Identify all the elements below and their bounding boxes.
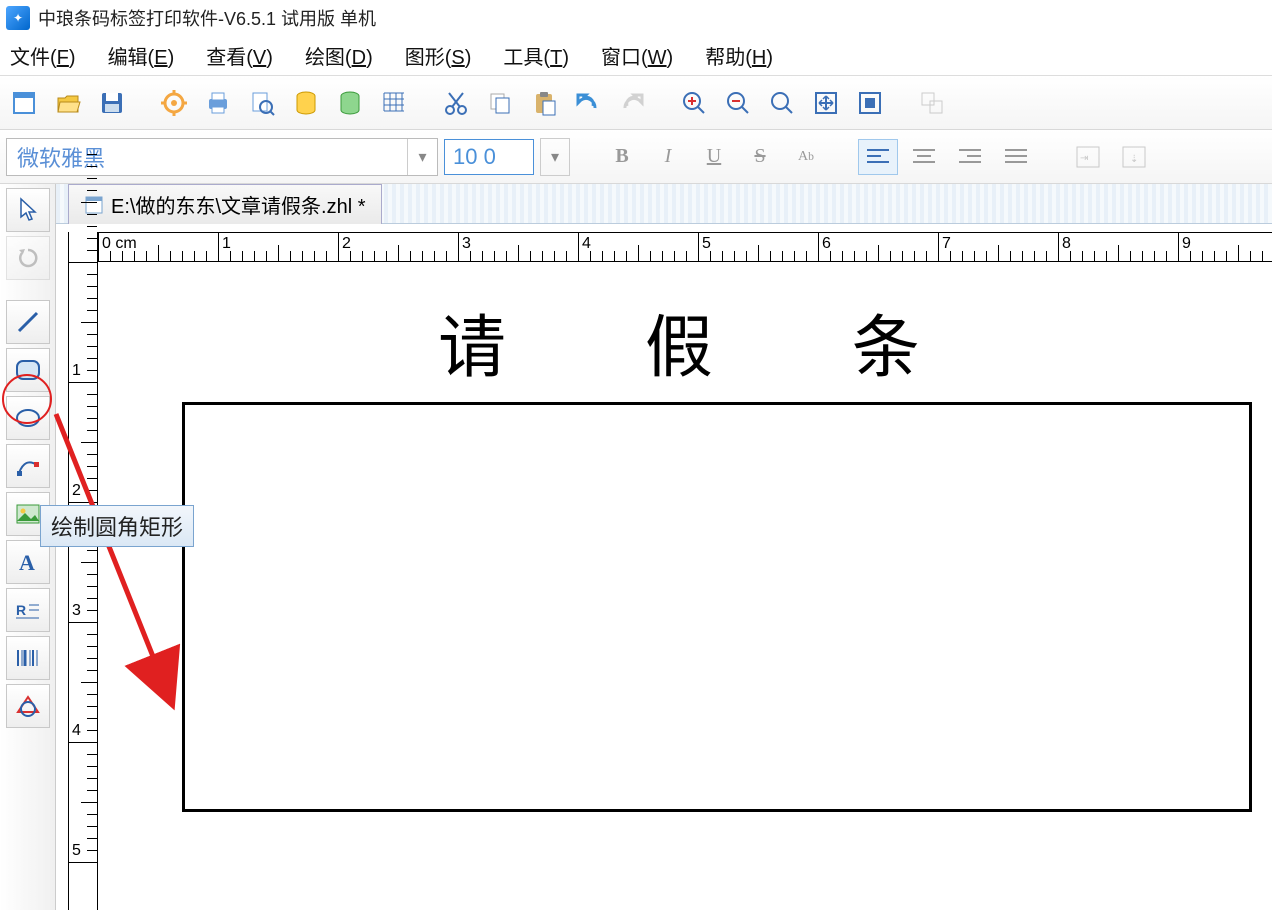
- italic-button[interactable]: I: [648, 139, 688, 175]
- copy-button[interactable]: [482, 85, 518, 121]
- menu-draw[interactable]: 绘图(D): [299, 37, 379, 74]
- fit-selection-button[interactable]: [852, 85, 888, 121]
- svg-text:R: R: [16, 602, 26, 618]
- format-toolbar: 微软雅黑 ▾ ▾ B I U S Ab ⇥ ⇣: [0, 130, 1272, 184]
- shape-tool[interactable]: [6, 684, 50, 728]
- print-button[interactable]: [200, 85, 236, 121]
- superscript-button[interactable]: Ab: [786, 139, 826, 175]
- align-center-button[interactable]: [904, 139, 944, 175]
- ruler-horizontal[interactable]: 0 cm123456789: [98, 232, 1272, 262]
- document-path: E:\做的东东\文章请假条.zhl *: [111, 190, 365, 219]
- align-justify-button[interactable]: [996, 139, 1036, 175]
- pointer-tool[interactable]: [6, 188, 50, 232]
- app-icon: ✦: [6, 6, 30, 30]
- font-size-dropdown[interactable]: ▾: [540, 138, 570, 176]
- settings-button[interactable]: [156, 85, 192, 121]
- undo-button[interactable]: [570, 85, 606, 121]
- menu-view[interactable]: 查看(V): [200, 37, 279, 74]
- document-icon: [85, 196, 103, 214]
- window-title: 中琅条码标签打印软件-V6.5.1 试用版 单机: [38, 5, 376, 31]
- group-button[interactable]: [914, 85, 950, 121]
- bezier-tool[interactable]: [6, 444, 50, 488]
- canvas-title-text[interactable]: 请 假 条: [438, 292, 980, 391]
- zoom-button[interactable]: [764, 85, 800, 121]
- redo-button[interactable]: [614, 85, 650, 121]
- svg-text:⇥: ⇥: [1080, 153, 1088, 164]
- underline-button[interactable]: U: [694, 139, 734, 175]
- canvas-area: E:\做的东东\文章请假条.zhl * 0 cm123456789 12345 …: [56, 184, 1272, 910]
- main-toolbar: [0, 76, 1272, 130]
- text-direction-button[interactable]: ⇥: [1068, 139, 1108, 175]
- ruler-vertical[interactable]: 12345: [68, 232, 98, 910]
- document-tab[interactable]: E:\做的东东\文章请假条.zhl *: [68, 184, 382, 224]
- rotate-tool[interactable]: [6, 236, 50, 280]
- richtext-tool[interactable]: R: [6, 588, 50, 632]
- chevron-down-icon[interactable]: ▾: [407, 139, 437, 175]
- tooltip-rounded-rect: 绘制圆角矩形: [40, 505, 194, 547]
- paste-button[interactable]: [526, 85, 562, 121]
- align-right-button[interactable]: [950, 139, 990, 175]
- rectangle-shape[interactable]: [182, 402, 1252, 812]
- zoom-in-button[interactable]: [676, 85, 712, 121]
- page-canvas[interactable]: 请 假 条: [98, 262, 1272, 910]
- strikethrough-button[interactable]: S: [740, 139, 780, 175]
- workspace: A R E:\做的东东\文章请假条.zhl * 0 cm123456789 12…: [0, 184, 1272, 910]
- menu-file[interactable]: 文件(F): [4, 37, 82, 74]
- svg-text:A: A: [19, 550, 35, 574]
- ellipse-tool[interactable]: [6, 396, 50, 440]
- cut-button[interactable]: [438, 85, 474, 121]
- font-size-input[interactable]: [444, 139, 534, 175]
- left-toolbox: A R: [0, 184, 56, 910]
- title-bar: ✦ 中琅条码标签打印软件-V6.5.1 试用版 单机: [0, 0, 1272, 36]
- database-link-button[interactable]: [332, 85, 368, 121]
- align-left-button[interactable]: [858, 139, 898, 175]
- zoom-out-button[interactable]: [720, 85, 756, 121]
- menu-shape[interactable]: 图形(S): [399, 37, 478, 74]
- rounded-rect-tool[interactable]: [6, 348, 50, 392]
- new-doc-button[interactable]: [6, 85, 42, 121]
- grid-button[interactable]: [376, 85, 412, 121]
- menu-edit[interactable]: 编辑(E): [102, 37, 181, 74]
- database-button[interactable]: [288, 85, 324, 121]
- bold-button[interactable]: B: [602, 139, 642, 175]
- line-tool[interactable]: [6, 300, 50, 344]
- menu-bar: 文件(F) 编辑(E) 查看(V) 绘图(D) 图形(S) 工具(T) 窗口(W…: [0, 36, 1272, 76]
- fit-screen-button[interactable]: [808, 85, 844, 121]
- svg-text:⇣: ⇣: [1130, 154, 1138, 165]
- menu-help[interactable]: 帮助(H): [699, 37, 779, 74]
- font-name-display: 微软雅黑: [7, 141, 407, 173]
- open-button[interactable]: [50, 85, 86, 121]
- menu-tool[interactable]: 工具(T): [497, 37, 575, 74]
- font-family-select[interactable]: 微软雅黑 ▾: [6, 138, 438, 176]
- menu-window[interactable]: 窗口(W): [595, 37, 679, 74]
- text-direction-v-button[interactable]: ⇣: [1114, 139, 1154, 175]
- save-button[interactable]: [94, 85, 130, 121]
- preview-button[interactable]: [244, 85, 280, 121]
- barcode-tool[interactable]: [6, 636, 50, 680]
